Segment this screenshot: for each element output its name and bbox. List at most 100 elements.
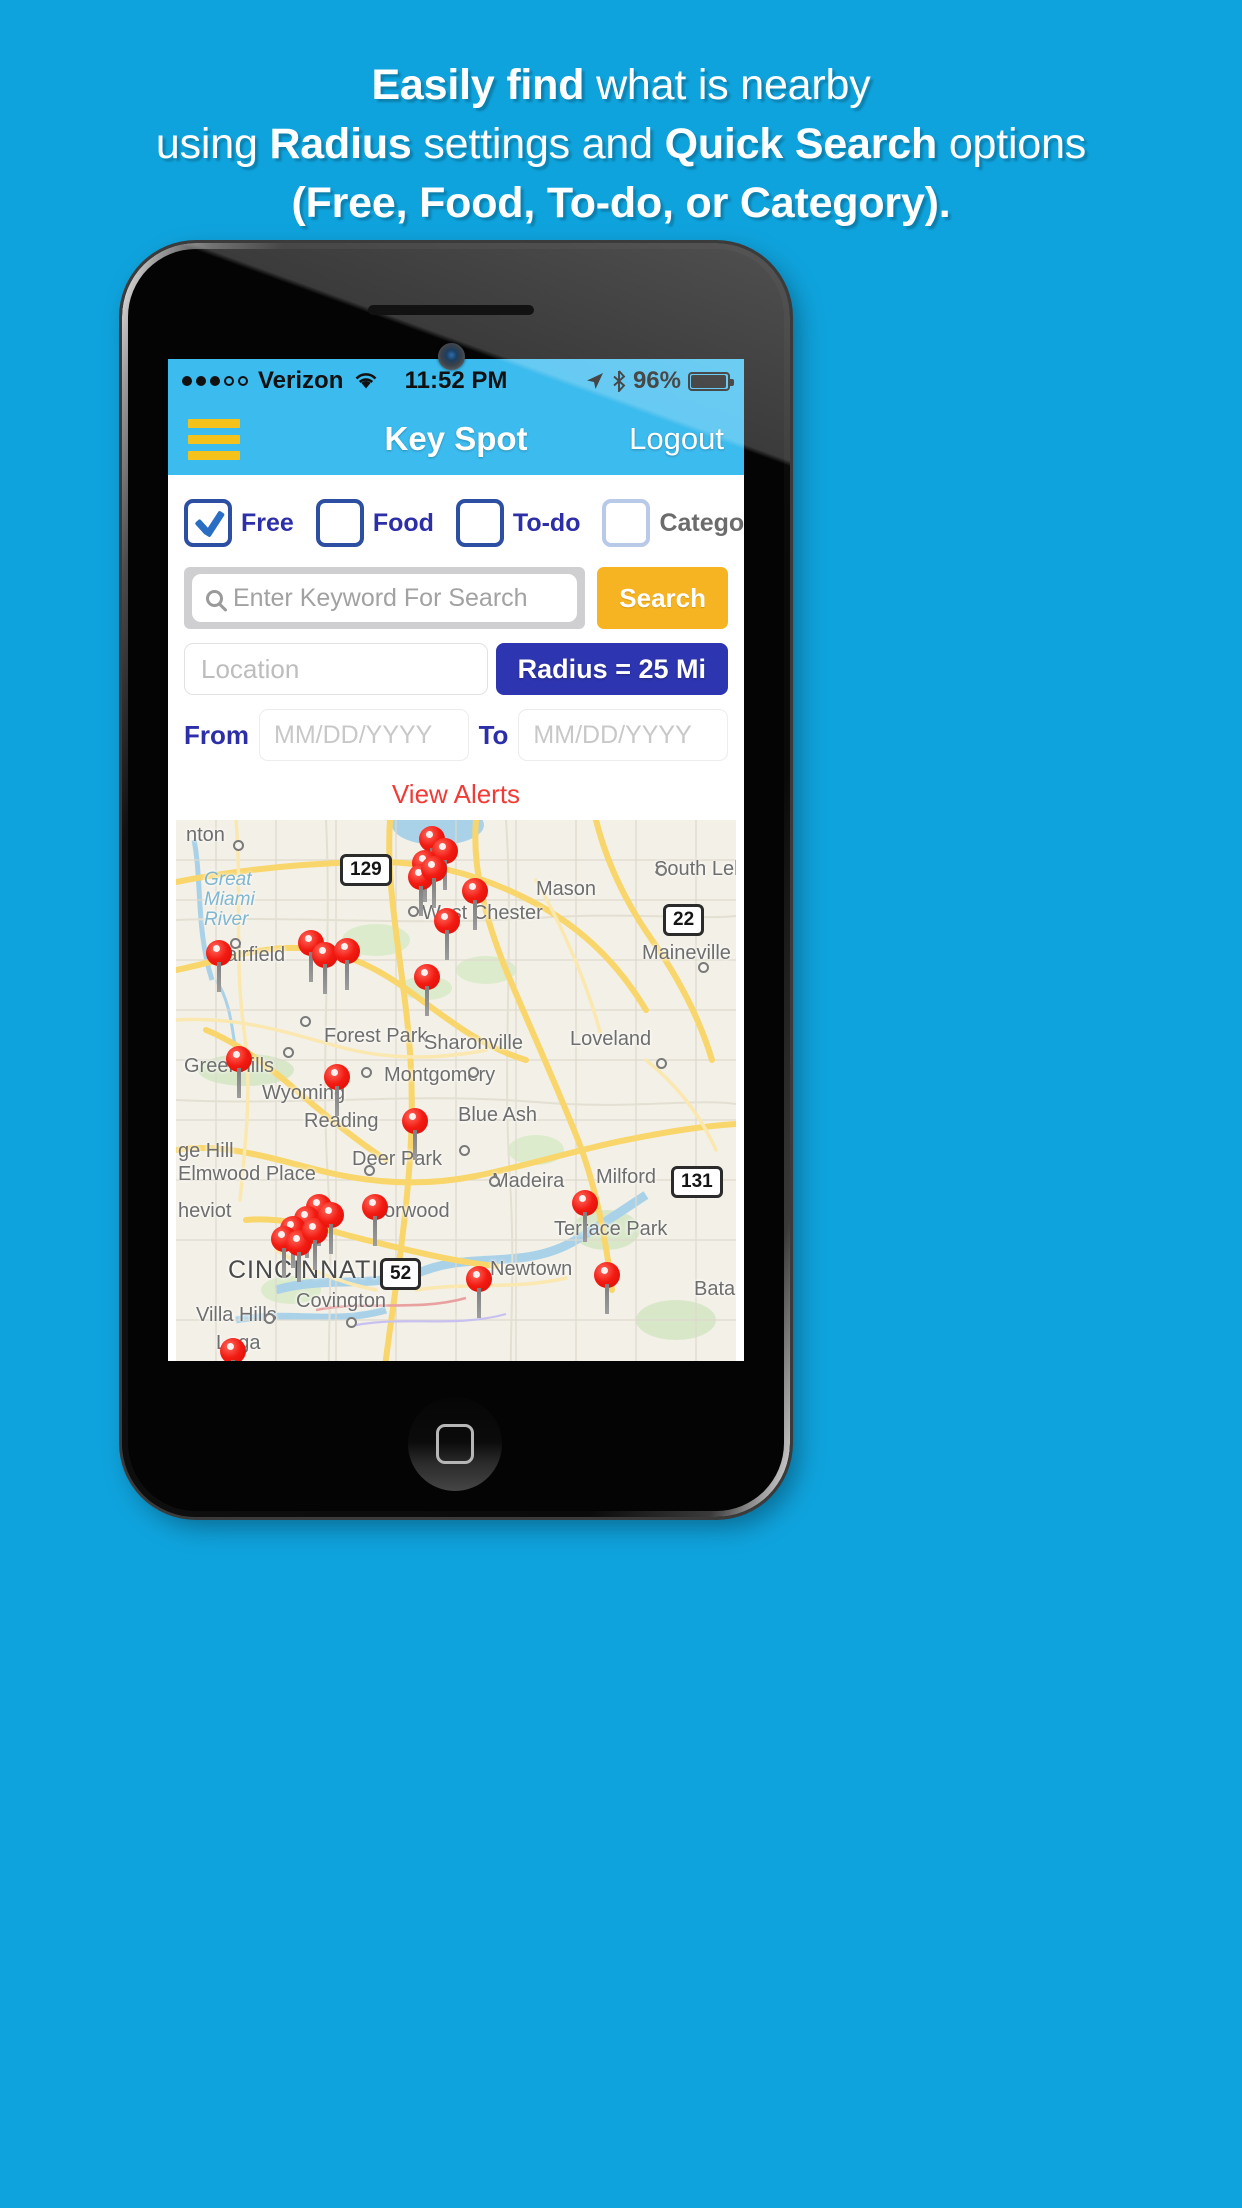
map-pin[interactable] bbox=[421, 856, 447, 908]
map-town-marker bbox=[489, 1176, 500, 1187]
map-pin[interactable] bbox=[324, 1064, 350, 1116]
map-pin[interactable] bbox=[206, 940, 232, 992]
filter-label-free: Free bbox=[241, 508, 294, 537]
location-placeholder: Location bbox=[201, 653, 300, 684]
map-town-marker bbox=[656, 1058, 667, 1069]
filter-label-category: Category bbox=[659, 508, 744, 537]
results-map[interactable]: Great Miami River nton Fairfield Forest Pa… bbox=[176, 820, 736, 1361]
map-pin[interactable] bbox=[466, 1266, 492, 1318]
map-pin[interactable] bbox=[594, 1262, 620, 1314]
keyword-search-row: Enter Keyword For Search Search bbox=[184, 567, 728, 629]
map-label: Montgomery bbox=[384, 1064, 496, 1086]
search-placeholder: Enter Keyword For Search bbox=[233, 583, 528, 612]
map-town-marker bbox=[346, 1317, 357, 1328]
map-label-river: Great Miami River bbox=[204, 869, 255, 930]
map-label: nton bbox=[186, 824, 225, 846]
filter-free[interactable]: Free bbox=[184, 499, 294, 547]
map-town-marker bbox=[361, 1067, 372, 1078]
map-town-marker bbox=[230, 938, 241, 949]
map-label: ge Hill bbox=[178, 1140, 234, 1162]
earpiece-speaker bbox=[368, 305, 534, 315]
map-pin[interactable] bbox=[334, 938, 360, 990]
filter-label-food: Food bbox=[372, 508, 434, 537]
date-range-row: From MM/DD/YYYY To MM/DD/YYYY bbox=[184, 709, 728, 761]
headline-line-2-c: settings and bbox=[411, 120, 665, 168]
headline-line-2-e: options bbox=[937, 120, 1087, 168]
front-camera-icon bbox=[438, 343, 465, 370]
headline-line-2-quick-search: Quick Search bbox=[664, 120, 938, 168]
to-date-input[interactable]: MM/DD/YYYY bbox=[518, 709, 728, 761]
search-icon bbox=[206, 589, 223, 607]
filter-category[interactable]: Category bbox=[602, 499, 744, 547]
map-label: Mason bbox=[536, 878, 597, 900]
map-pin[interactable] bbox=[572, 1190, 598, 1242]
map-pin[interactable] bbox=[434, 908, 460, 960]
to-label: To bbox=[478, 719, 509, 750]
map-town-marker bbox=[364, 1165, 375, 1176]
map-pin[interactable] bbox=[318, 1202, 344, 1254]
map-label: Elmwood Place bbox=[178, 1163, 316, 1185]
map-pin[interactable] bbox=[414, 964, 440, 1016]
filter-label-todo: To-do bbox=[512, 508, 581, 537]
location-input[interactable]: Location bbox=[184, 643, 488, 695]
headline-line-3: (Free, Food, To-do, or Category). bbox=[291, 179, 951, 227]
logout-button[interactable]: Logout bbox=[629, 421, 724, 457]
battery-icon bbox=[688, 371, 734, 391]
map-pin[interactable] bbox=[402, 1108, 428, 1160]
status-bar-right: 96% bbox=[585, 367, 734, 395]
headline-line-2-radius: Radius bbox=[269, 120, 412, 168]
map-label: Milford bbox=[596, 1166, 657, 1188]
map-label-cincinnati: CINCINNATI bbox=[228, 1256, 380, 1284]
filter-todo[interactable]: To-do bbox=[455, 499, 581, 547]
map-label: Blue Ash bbox=[458, 1104, 537, 1126]
map-label: Loveland bbox=[570, 1028, 652, 1050]
map-label: Terrace Park bbox=[554, 1218, 668, 1240]
bluetooth-icon bbox=[613, 370, 626, 392]
checkbox-category[interactable] bbox=[602, 499, 651, 547]
search-button[interactable]: Search bbox=[597, 567, 728, 629]
search-input[interactable]: Enter Keyword For Search bbox=[192, 574, 578, 622]
highway-shield-icon: 52 bbox=[380, 1258, 422, 1290]
map-label: Sharonville bbox=[424, 1032, 523, 1054]
map-town-marker bbox=[264, 1313, 275, 1324]
map-pin[interactable] bbox=[226, 1046, 252, 1098]
map-label: orwood bbox=[384, 1200, 450, 1222]
search-form: Free Food To-do Category bbox=[168, 475, 744, 820]
filter-food[interactable]: Food bbox=[315, 499, 434, 547]
map-pin[interactable] bbox=[362, 1194, 388, 1246]
map-town-marker bbox=[698, 962, 709, 973]
app-nav-bar: Key Spot Logout bbox=[168, 403, 744, 475]
hamburger-menu-icon[interactable] bbox=[188, 418, 240, 460]
headline-line-1-rest: what is nearby bbox=[584, 61, 871, 109]
map-town-marker bbox=[283, 1047, 294, 1058]
search-input-container: Enter Keyword For Search bbox=[184, 567, 586, 629]
checkbox-free[interactable] bbox=[184, 499, 232, 547]
map-label: Forest Park bbox=[324, 1025, 428, 1047]
map-town-marker bbox=[459, 1145, 470, 1156]
location-arrow-icon bbox=[586, 373, 603, 389]
highway-shield-icon: 22 bbox=[663, 904, 705, 936]
home-button-square-icon bbox=[436, 1424, 474, 1464]
map-town-marker bbox=[656, 865, 667, 876]
view-alerts-link[interactable]: View Alerts bbox=[184, 771, 728, 820]
map-pin[interactable] bbox=[220, 1338, 246, 1361]
phone-device: Verizon 11:52 PM 96% Key Spot Logout Fre… bbox=[122, 243, 790, 1517]
location-row: Location Radius = 25 Mi bbox=[184, 643, 728, 695]
page-title: Easily find what is nearby using Radius … bbox=[0, 56, 1242, 233]
from-date-input[interactable]: MM/DD/YYYY bbox=[259, 709, 469, 761]
map-label: Madeira bbox=[492, 1170, 565, 1192]
map-town-marker bbox=[300, 1016, 311, 1027]
map-label: heviot bbox=[178, 1200, 232, 1222]
home-button[interactable] bbox=[408, 1397, 502, 1491]
to-date-placeholder: MM/DD/YYYY bbox=[533, 720, 692, 749]
radius-button[interactable]: Radius = 25 Mi bbox=[495, 643, 728, 695]
checkbox-todo[interactable] bbox=[455, 499, 504, 547]
map-pin[interactable] bbox=[462, 878, 488, 930]
headline-line-2-a: using bbox=[155, 120, 270, 168]
checkbox-food[interactable] bbox=[315, 499, 364, 547]
quick-search-filters: Free Food To-do Category bbox=[184, 499, 744, 547]
map-label: Covington bbox=[296, 1290, 387, 1312]
from-label: From bbox=[184, 719, 249, 750]
from-date-placeholder: MM/DD/YYYY bbox=[274, 720, 433, 749]
map-label: Bata bbox=[694, 1278, 736, 1300]
